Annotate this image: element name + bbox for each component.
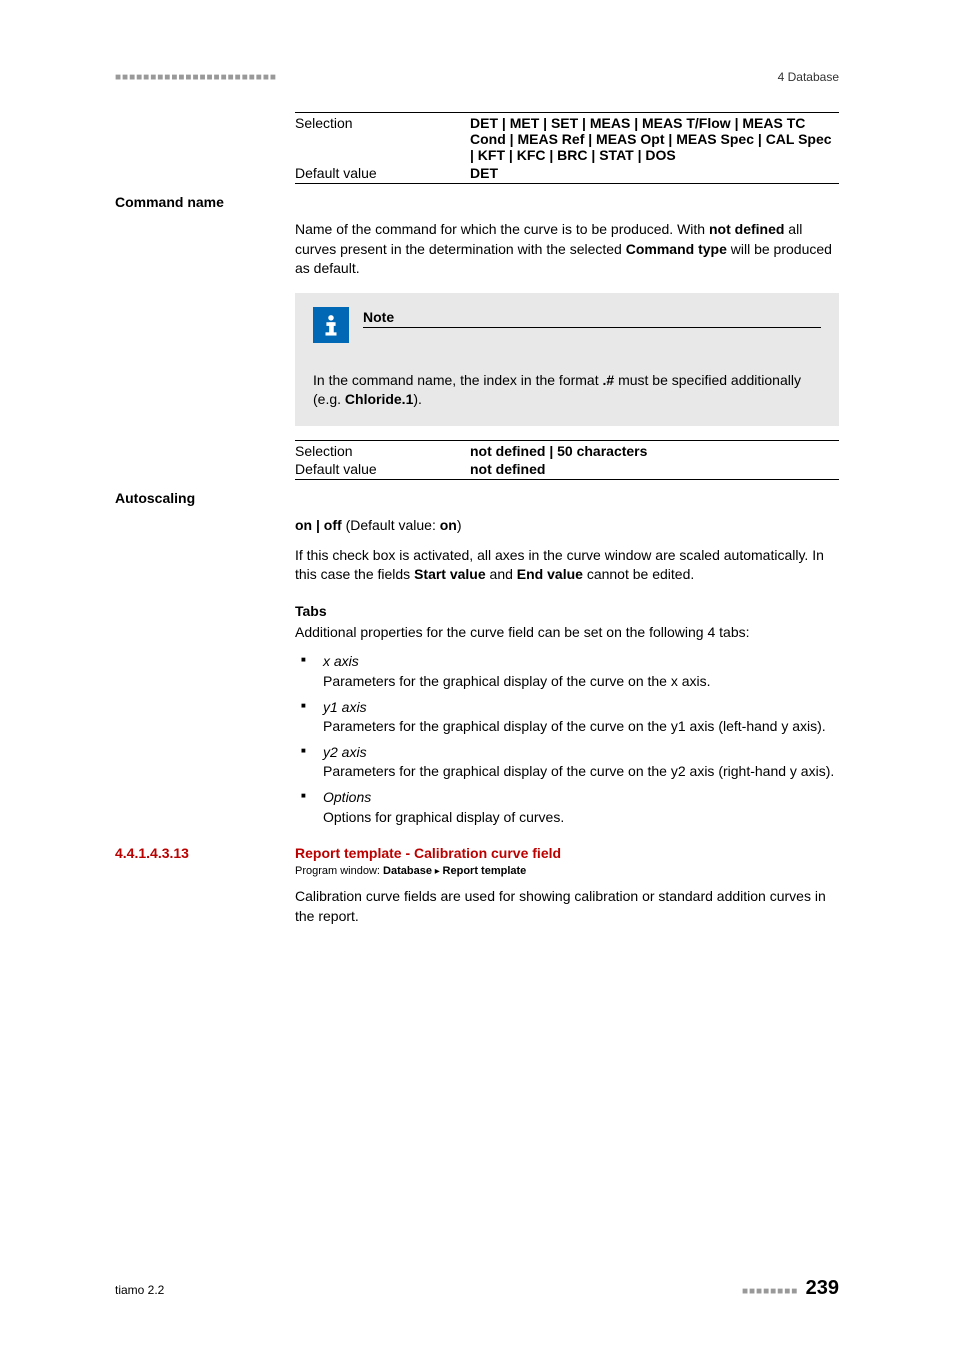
command-name-description: Name of the command for which the curve … — [295, 220, 839, 279]
footer-right: ■■■■■■■■ 239 — [742, 1277, 839, 1300]
section-number: 4.4.1.4.3.13 — [115, 845, 295, 861]
list-item-title: y2 axis — [323, 744, 367, 760]
autoscaling-onoff: on | off (Default value: on) — [295, 516, 839, 536]
text: ) — [457, 517, 462, 533]
text-bold: on — [440, 517, 457, 533]
list-item: y2 axis Parameters for the graphical dis… — [295, 743, 839, 782]
text-bold: End value — [517, 566, 583, 582]
default-label: Default value — [295, 165, 470, 181]
selection-label: Selection — [295, 443, 470, 459]
breadcrumb-separator-icon: ▸ — [432, 866, 443, 877]
selection-value: not defined | 50 characters — [470, 443, 839, 459]
text: Name of the command for which the curve … — [295, 221, 709, 237]
section-heading-row: 4.4.1.4.3.13 Report template - Calibrati… — [115, 845, 839, 861]
command-type-block: Selection DET | MET | SET | MEAS | MEAS … — [295, 112, 839, 184]
page-footer: tiamo 2.2 ■■■■■■■■ 239 — [115, 1277, 839, 1300]
default-value: DET — [470, 165, 839, 181]
text-bold: Database — [383, 865, 432, 877]
section-title: Report template - Calibration curve fiel… — [295, 845, 561, 861]
text-bold: Chloride.1 — [345, 391, 413, 407]
header-left-marker: ■■■■■■■■■■■■■■■■■■■■■■■ — [115, 72, 277, 83]
list-item-desc: Parameters for the graphical display of … — [323, 672, 839, 692]
list-item: Options Options for graphical display of… — [295, 788, 839, 827]
note-box: Note In the command name, the index in t… — [295, 293, 839, 426]
text-bold: Command type — [626, 241, 727, 257]
list-item-desc: Parameters for the graphical display of … — [323, 717, 839, 737]
command-name-heading: Command name — [115, 194, 295, 210]
autoscaling-description: If this check box is activated, all axes… — [295, 546, 839, 585]
program-window-path: Program window: Database ▸ Report templa… — [295, 865, 839, 877]
default-value: not defined — [470, 461, 839, 477]
footer-marker: ■■■■■■■■ — [742, 1286, 798, 1297]
text: In the command name, the index in the fo… — [313, 372, 603, 388]
text-bold: .# — [603, 372, 615, 388]
text-bold: Start value — [414, 566, 486, 582]
tabs-intro: Additional properties for the curve fiel… — [295, 623, 839, 643]
divider — [295, 112, 839, 113]
note-body: In the command name, the index in the fo… — [313, 371, 821, 410]
selection-value: DET | MET | SET | MEAS | MEAS T/Flow | M… — [470, 115, 839, 163]
tabs-heading: Tabs — [295, 603, 839, 619]
page-number: 239 — [806, 1277, 839, 1299]
text: ). — [413, 391, 422, 407]
section-body: Calibration curve fields are used for sh… — [295, 887, 839, 926]
list-item-title: x axis — [323, 653, 359, 669]
list-item-desc: Options for graphical display of curves. — [323, 808, 839, 828]
list-item-title: Options — [323, 789, 371, 805]
info-icon — [313, 307, 349, 343]
divider — [295, 440, 839, 441]
text: and — [486, 566, 517, 582]
tabs-list: x axis Parameters for the graphical disp… — [295, 652, 839, 827]
note-title: Note — [363, 309, 821, 325]
divider — [363, 327, 821, 328]
page-header: ■■■■■■■■■■■■■■■■■■■■■■■ 4 Database — [115, 70, 839, 84]
list-item-desc: Parameters for the graphical display of … — [323, 762, 839, 782]
list-item: x axis Parameters for the graphical disp… — [295, 652, 839, 691]
footer-product: tiamo 2.2 — [115, 1283, 164, 1297]
text: Program window: — [295, 865, 383, 877]
text-bold: Report template — [443, 865, 527, 877]
list-item: y1 axis Parameters for the graphical dis… — [295, 698, 839, 737]
text: (Default value: — [342, 517, 440, 533]
default-label: Default value — [295, 461, 470, 477]
header-chapter: 4 Database — [778, 70, 839, 84]
list-item-title: y1 axis — [323, 699, 367, 715]
selection-label: Selection — [295, 115, 470, 163]
text: cannot be edited. — [583, 566, 694, 582]
text-bold: on | off — [295, 517, 342, 533]
text-bold: not defined — [709, 221, 784, 237]
autoscaling-heading: Autoscaling — [115, 490, 295, 506]
